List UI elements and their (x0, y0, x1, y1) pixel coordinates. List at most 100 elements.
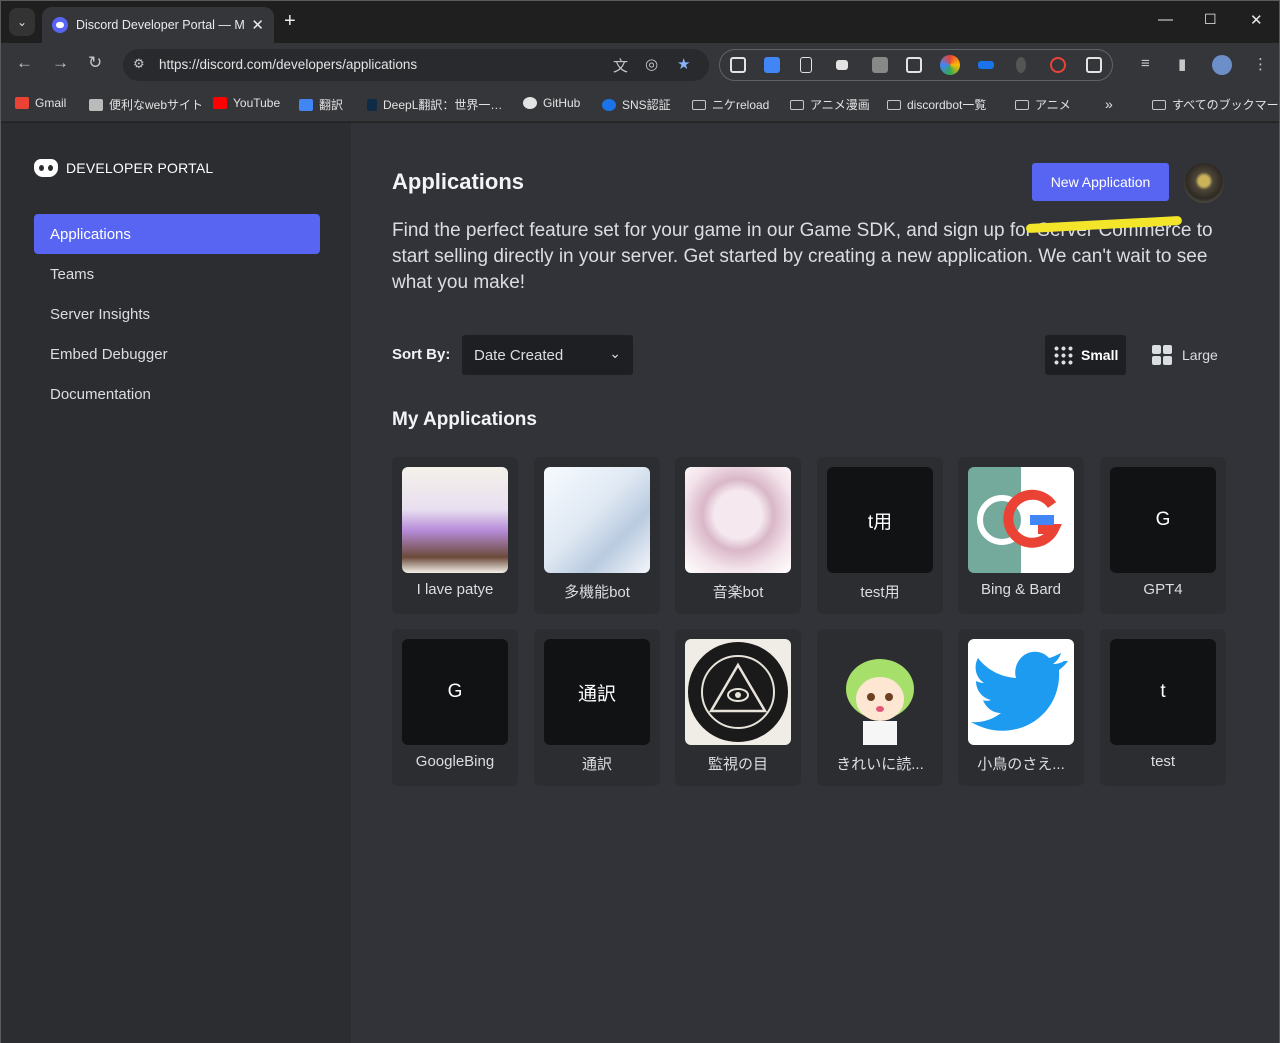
app-name: 音楽bot (712, 584, 764, 601)
deepl-icon (367, 98, 377, 111)
app-name: GoogleBing (415, 753, 495, 770)
app-card[interactable]: Bing & Bard (958, 457, 1084, 614)
side-panel-icon[interactable]: ▮ (1178, 55, 1186, 73)
back-button[interactable]: ← (16, 53, 33, 73)
tab-search-button[interactable]: ⌄ (9, 8, 35, 36)
app-name: きれいに読... (836, 756, 924, 773)
app-card[interactable]: G GoogleBing (392, 629, 518, 786)
user-avatar[interactable] (1184, 163, 1224, 203)
extension-8-icon[interactable] (978, 61, 994, 69)
sns-auth-icon (602, 98, 616, 111)
bookmark-github[interactable]: GitHub (523, 96, 580, 110)
bookmark-gmail[interactable]: Gmail (15, 96, 66, 110)
bookmark-youtube[interactable]: YouTube (213, 96, 280, 110)
new-application-button[interactable]: New Application (1032, 163, 1169, 201)
app-icon-text: t (1110, 639, 1216, 745)
google-translate-extension-icon[interactable] (764, 57, 780, 73)
extension-4-icon[interactable] (836, 60, 848, 70)
translate-icon[interactable]: 文 (613, 55, 628, 76)
sidebar-item-applications[interactable]: Applications (34, 214, 320, 254)
close-window-button[interactable]: ✕ (1250, 11, 1263, 29)
sidebar-item-teams[interactable]: Teams (34, 254, 320, 294)
app-icon-image (827, 639, 933, 745)
tracking-icon[interactable]: ◎ (645, 55, 658, 73)
minimize-button[interactable]: — (1158, 11, 1173, 28)
app-card[interactable]: 監視の目 (675, 629, 801, 786)
bookmark-deepl[interactable]: DeepL翻訳：世界一… (367, 96, 502, 113)
app-name: test (1150, 753, 1176, 770)
view-small-button[interactable]: Small (1045, 335, 1127, 375)
app-card[interactable]: t test (1100, 629, 1226, 786)
extensions-group (719, 49, 1113, 81)
youtube-icon (213, 97, 227, 109)
bookmark-folder-anime[interactable]: アニメ (1015, 96, 1071, 113)
maximize-button[interactable]: ☐ (1204, 11, 1217, 28)
extensions-puzzle-icon[interactable] (1086, 57, 1102, 73)
reload-button[interactable]: ↻ (88, 53, 102, 73)
reading-list-icon[interactable]: ≡ (1141, 55, 1150, 72)
app-card[interactable]: t用 test用 (817, 457, 943, 614)
folder-icon (1152, 99, 1166, 110)
profile-avatar[interactable] (1212, 55, 1232, 75)
view-large-button[interactable]: Large (1144, 335, 1226, 375)
translate-icon (299, 98, 313, 111)
app-card[interactable]: きれいに読... (817, 629, 943, 786)
app-icon-image (402, 467, 508, 573)
app-card[interactable]: 多機能bot (534, 457, 660, 614)
page-title: Applications (392, 169, 525, 194)
bookmark-web-sites[interactable]: 便利なwebサイト (89, 96, 203, 113)
app-icon-image (968, 639, 1074, 745)
new-tab-button[interactable]: + (284, 10, 296, 33)
address-bar[interactable]: ⚙ https://discord.com/developers/applica… (123, 49, 709, 81)
more-bookmarks-chevron-icon[interactable]: » (1105, 96, 1113, 112)
color-picker-extension-icon[interactable] (940, 55, 960, 75)
app-card[interactable]: 通訳 通訳 (534, 629, 660, 786)
sidebar-item-documentation[interactable]: Documentation (34, 374, 320, 414)
extension-10-icon[interactable] (1050, 57, 1066, 73)
close-tab-icon[interactable]: ✕ (251, 16, 264, 34)
bookmark-folder-nike-reload[interactable]: ニケreload (692, 96, 769, 113)
bookmark-folder-anime-manga[interactable]: アニメ漫画 (790, 96, 870, 113)
sort-label: Sort By: (392, 346, 451, 363)
bookmark-sns-auth[interactable]: SNS認証 (602, 96, 671, 113)
app-card[interactable]: 小鳥のさえ... (958, 629, 1084, 786)
web-sites-icon (89, 98, 103, 111)
bookmark-folder-discordbot[interactable]: discordbot一覧 (887, 96, 986, 113)
folder-icon (887, 99, 901, 110)
extension-6-icon[interactable] (906, 57, 922, 73)
sort-select[interactable]: Date Created ⌄ (462, 335, 633, 375)
browser-tab[interactable]: Discord Developer Portal — My Applicatio… (42, 7, 274, 43)
chatgpt-google-logo-icon (977, 489, 1062, 548)
site-info-icon[interactable]: ⚙ (133, 56, 149, 72)
app-card[interactable]: 音楽bot (675, 457, 801, 614)
sidebar-item-server-insights[interactable]: Server Insights (34, 294, 320, 334)
extension-9-icon[interactable] (1016, 57, 1026, 73)
trash-extension-icon[interactable] (800, 57, 812, 73)
portal-brand: DEVELOPER PORTAL (66, 160, 214, 176)
menu-icon[interactable]: ⋮ (1253, 55, 1268, 73)
app-icon-image (544, 467, 650, 573)
app-name: Bing & Bard (980, 581, 1062, 598)
forward-button[interactable]: → (52, 53, 69, 73)
bookmark-all-bookmarks[interactable]: すべてのブックマーク (1152, 96, 1280, 113)
app-card[interactable]: G GPT4 (1100, 457, 1226, 614)
bookmarks-bar: Gmail 便利なwebサイト YouTube 翻訳 DeepL翻訳：世界一… … (1, 87, 1280, 122)
app-icon-text: G (1110, 467, 1216, 573)
sidebar: DEVELOPER PORTAL Applications Teams Serv… (1, 123, 351, 1043)
app-icon-image (685, 467, 791, 573)
bookmark-star-icon[interactable]: ★ (677, 55, 690, 73)
extension-1-icon[interactable] (730, 57, 746, 73)
app-card[interactable]: I lave patye (392, 457, 518, 614)
tab-title: Discord Developer Portal — My Applicatio… (76, 18, 245, 32)
sidebar-item-embed-debugger[interactable]: Embed Debugger (34, 334, 320, 374)
folder-icon (692, 99, 706, 110)
view-small-label: Small (1081, 347, 1119, 363)
bookmark-translate[interactable]: 翻訳 (299, 96, 343, 113)
portal-logo[interactable]: DEVELOPER PORTAL (34, 159, 213, 177)
app-icon-text: t用 (827, 467, 933, 573)
app-name: 通訳 (581, 756, 612, 773)
app-name: test用 (860, 584, 900, 601)
discord-logo-icon (34, 159, 58, 177)
extension-5-icon[interactable] (872, 57, 888, 73)
eye-seal-icon (688, 642, 788, 742)
